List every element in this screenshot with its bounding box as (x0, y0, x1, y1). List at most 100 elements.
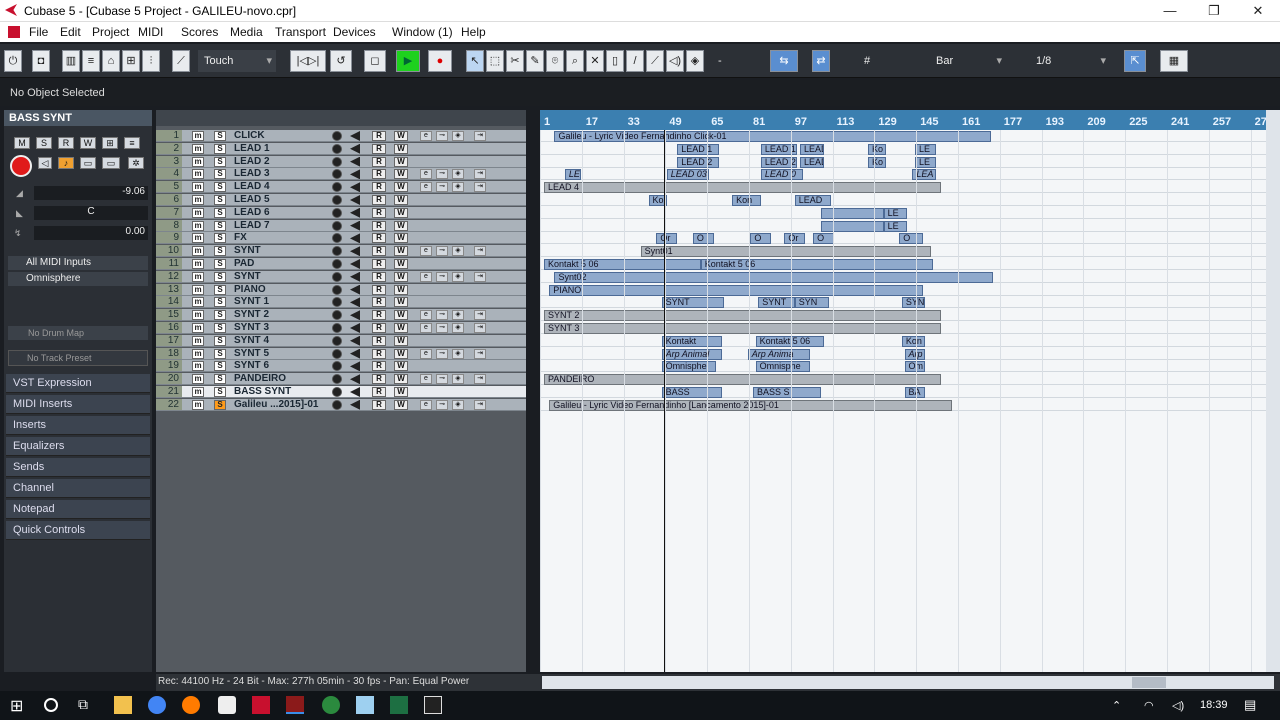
range-selection-tool-icon[interactable]: ⬚ (486, 50, 504, 72)
solo-button[interactable]: S (214, 310, 226, 321)
write-button[interactable]: W (394, 182, 408, 193)
event-part[interactable]: Omnisphe (661, 361, 717, 373)
track-row[interactable]: 4 m S LEAD 3 R We ⊸ ◈ ⇥ (156, 168, 526, 181)
write-button[interactable]: W (394, 348, 408, 359)
edit-channel-icon[interactable]: ≡ (124, 137, 140, 149)
mute-button[interactable]: m (192, 195, 204, 205)
snap-toggle-icon[interactable]: ⇆ (770, 50, 798, 72)
insert-icon[interactable]: ⊸ (436, 169, 448, 180)
event-part[interactable]: SYNT (661, 297, 725, 309)
track-name[interactable]: LEAD 2 (234, 156, 270, 167)
write-button[interactable]: W (394, 323, 408, 333)
solo-button[interactable]: S (214, 259, 226, 269)
solo-button[interactable]: S (214, 323, 226, 333)
menu-devices[interactable]: Devices (333, 25, 376, 39)
track-row[interactable]: 5 m S LEAD 4 R We ⊸ ◈ ⇥ (156, 181, 526, 194)
event-part[interactable]: Omnisphe (755, 361, 811, 373)
solo-button[interactable]: S (214, 143, 226, 154)
read-button[interactable]: R (372, 297, 386, 308)
mute-button[interactable]: m (192, 297, 204, 308)
lock-icon[interactable]: ♪ (58, 157, 74, 169)
midi-input-select[interactable]: All MIDI Inputs (8, 256, 148, 270)
read-button[interactable]: R (372, 156, 386, 167)
solo-button[interactable]: S (214, 220, 226, 231)
mute-button[interactable]: m (192, 220, 204, 231)
track-row[interactable]: 15 m S SYNT 2 R We ⊸ ◈ ⇥ (156, 309, 526, 322)
track-name[interactable]: LEAD 4 (234, 181, 270, 192)
camtasia-icon[interactable] (424, 696, 442, 714)
mute-button[interactable]: m (192, 233, 204, 244)
record-enable-button[interactable] (332, 233, 342, 244)
track-name[interactable]: PANDEIRO (234, 373, 286, 384)
insert-icon[interactable]: ⊸ (436, 374, 448, 385)
section-midi-inserts[interactable]: MIDI Inserts (6, 395, 150, 414)
track-name[interactable]: BASS SYNT (234, 386, 291, 397)
edit-icon[interactable]: e (420, 246, 432, 257)
firefox-icon[interactable] (182, 696, 200, 714)
record-enable-button[interactable] (332, 271, 342, 282)
solo-button[interactable]: S (214, 169, 226, 180)
mute-button[interactable]: m (192, 361, 204, 372)
insert-icon[interactable]: ⊸ (436, 323, 448, 333)
event-part[interactable]: O (750, 233, 772, 245)
track-row[interactable]: 12 m S SYNT R We ⊸ ◈ ⇥ (156, 270, 526, 283)
event-part[interactable]: LEAD 1 (677, 143, 720, 155)
track-lane[interactable] (540, 143, 1266, 155)
glue-tool-icon[interactable]: ⌾ (546, 50, 564, 72)
track-row[interactable]: 2 m S LEAD 1 RW (156, 142, 526, 155)
send-icon[interactable]: ⇥ (474, 310, 486, 321)
event-part[interactable]: LEAD (794, 195, 832, 206)
solo-button[interactable]: S (214, 131, 226, 141)
write-button[interactable]: W (394, 399, 408, 410)
event-part[interactable]: LE (564, 169, 581, 181)
solo-button[interactable]: S (214, 271, 226, 282)
event-part[interactable]: Galileu - Lyric Video Fernandinho [Lanca… (549, 399, 952, 411)
send-icon[interactable]: ⇥ (474, 169, 486, 180)
read-button[interactable]: R (372, 387, 386, 397)
event-part[interactable]: O (899, 233, 923, 245)
mute-button[interactable]: m (192, 399, 204, 410)
track-lane[interactable] (540, 156, 1266, 168)
delay-value[interactable]: 0.00 (34, 226, 148, 240)
edit-icon[interactable]: e (420, 310, 432, 321)
monitor-icon[interactable] (350, 374, 360, 385)
event-part[interactable]: BA (904, 387, 926, 398)
eq-icon[interactable]: ◈ (452, 182, 464, 193)
track-row[interactable]: 14 m S SYNT 1 RW (156, 296, 526, 309)
inspector-track-name[interactable]: BASS SYNT (4, 110, 152, 126)
volume-value[interactable]: -9.06 (34, 186, 148, 200)
zoom-tool-icon[interactable]: ⌕ (566, 50, 584, 72)
eq-icon[interactable]: ◈ (452, 246, 464, 257)
write-button[interactable]: W (394, 220, 408, 231)
track-row[interactable]: 21 m S BASS SYNT R W (156, 386, 526, 398)
auto-scroll-control[interactable]: - (712, 50, 758, 72)
monitor-icon[interactable] (350, 323, 360, 333)
event-part[interactable]: PIANO (549, 284, 923, 296)
windows-start-icon[interactable]: ⊞ (10, 696, 28, 715)
section-equalizers[interactable]: Equalizers (6, 437, 150, 456)
solo-button[interactable]: S (214, 361, 226, 372)
mute-button[interactable]: m (192, 259, 204, 269)
event-part[interactable]: Galileu - Lyric Video Fernandinho Click-… (554, 131, 991, 142)
solo-button[interactable]: S (214, 195, 226, 205)
app-menu-icon[interactable] (8, 26, 20, 38)
send-icon[interactable]: ⇥ (474, 399, 486, 410)
mute-button[interactable]: m (192, 387, 204, 397)
record-enable-button[interactable] (332, 323, 342, 333)
track-name[interactable]: Galileu ...2015]-01 (234, 399, 319, 410)
write-button[interactable]: W (394, 284, 408, 295)
solo-button[interactable]: S (214, 246, 226, 257)
record-enable-button[interactable] (332, 220, 342, 231)
quantize-select[interactable]: 1/8 ▾ (1030, 50, 1110, 72)
event-part[interactable]: O (813, 233, 834, 245)
pool-icon[interactable]: ⊞ (122, 50, 140, 72)
section-channel[interactable]: Channel (6, 479, 150, 498)
menu-scores[interactable]: Scores (181, 25, 218, 39)
solo-button[interactable]: S (214, 284, 226, 295)
lanes-icon[interactable]: ▭ (80, 157, 96, 169)
mute-button[interactable]: m (192, 374, 204, 385)
record-enable-button[interactable] (332, 156, 342, 167)
record-enable-button[interactable] (332, 207, 342, 218)
write-button[interactable]: W (394, 374, 408, 385)
play-button[interactable]: ▶ (396, 50, 420, 72)
